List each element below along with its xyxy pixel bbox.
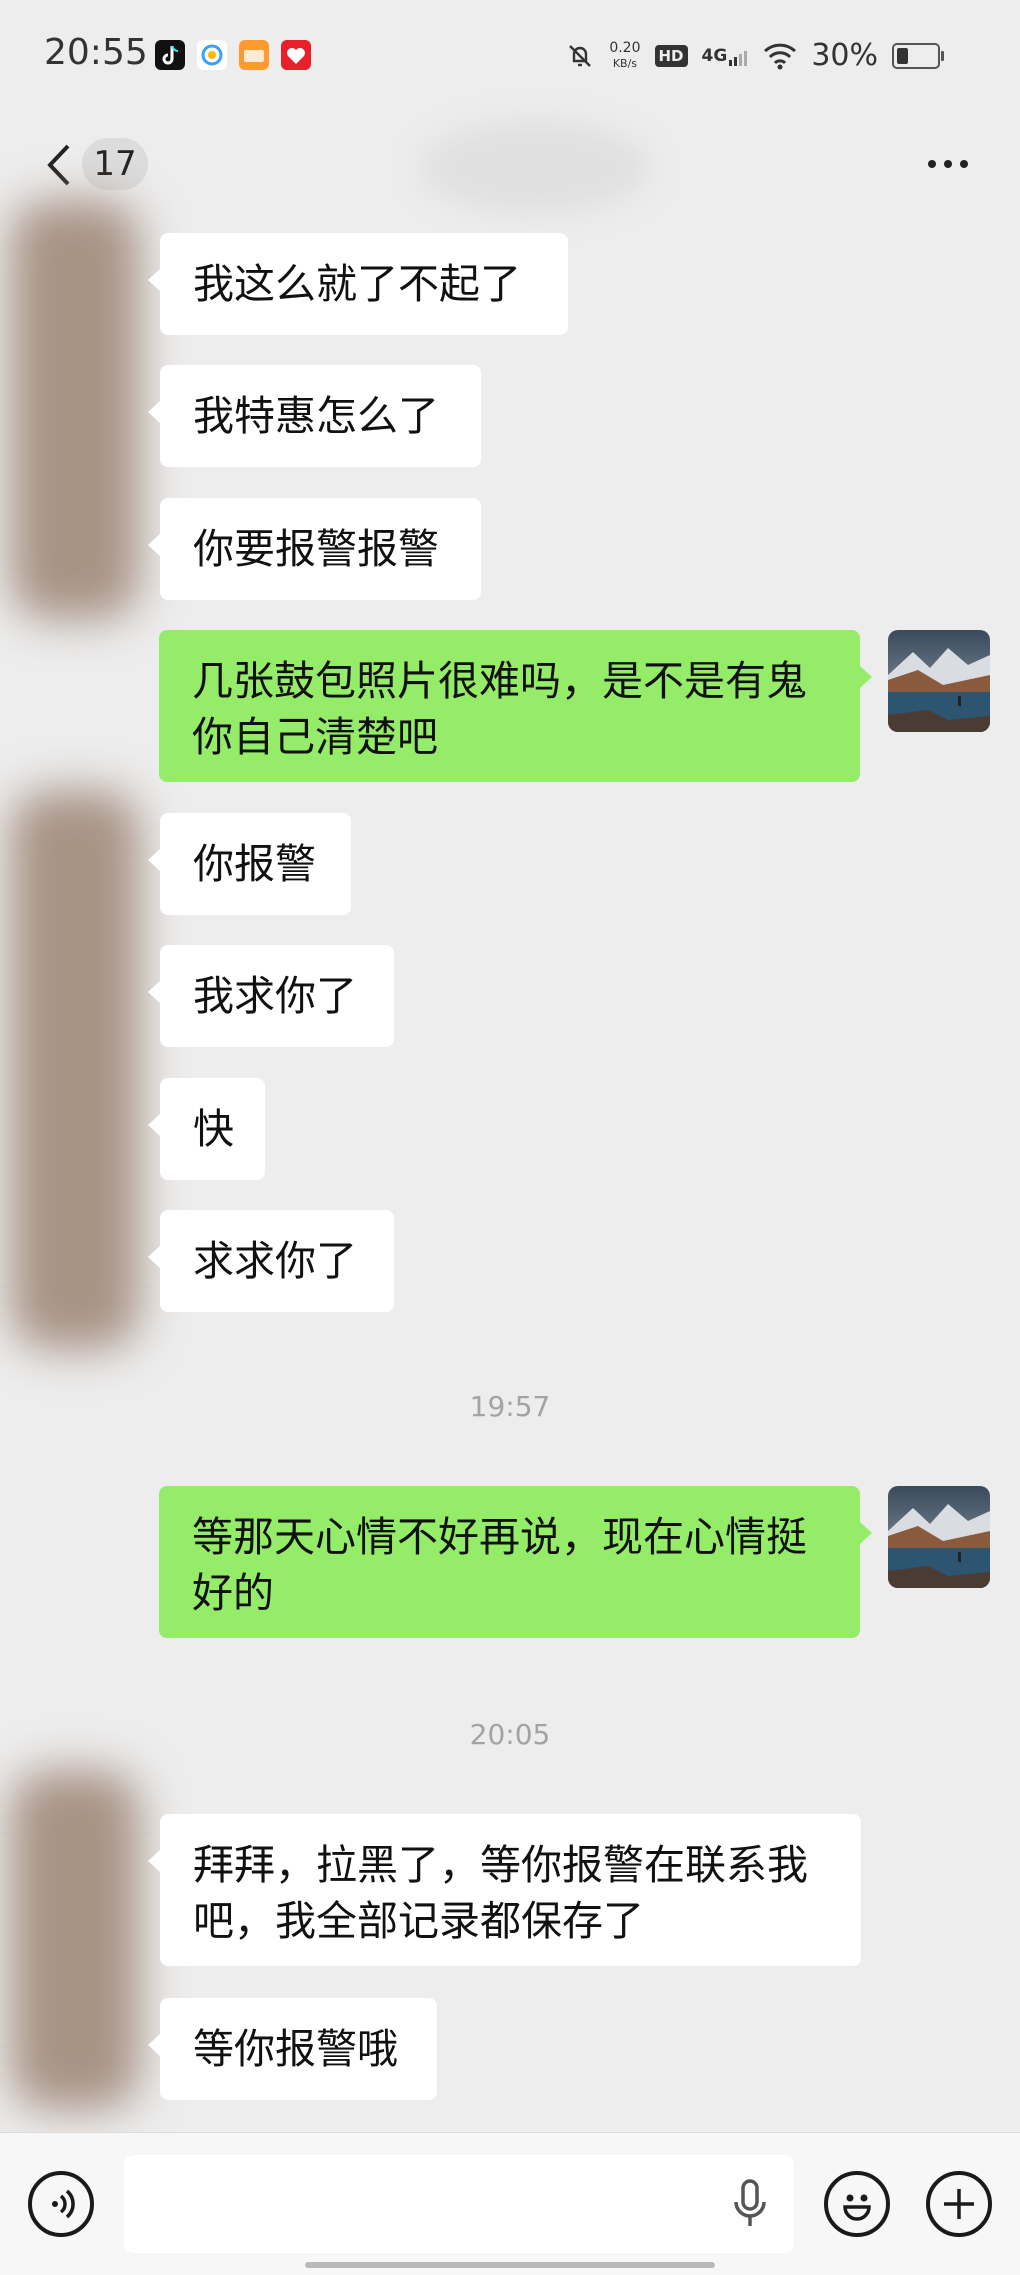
silent-bell-icon (569, 44, 592, 67)
unread-count-badge: 17 (82, 138, 148, 190)
more-dot-icon (960, 160, 968, 168)
home-indicator[interactable] (305, 2262, 715, 2268)
mountain-lake-avatar-icon (888, 630, 990, 732)
network-speed-value: 0.20 (609, 39, 641, 56)
more-dot-icon (928, 160, 936, 168)
incoming-message[interactable]: 等你报警哦 (148, 1998, 437, 2100)
status-app-icons (155, 40, 311, 70)
mountain-lake-avatar-icon (888, 1486, 990, 1588)
emoji-icon (843, 2194, 871, 2221)
contact-avatar-obscured[interactable] (10, 1770, 140, 2110)
status-bar: 20:55 0.20 KB/s HD 4G 30% (0, 0, 1020, 120)
status-right-group: 0.20 KB/s HD 4G 30% (565, 38, 944, 73)
contact-avatar-obscured[interactable] (10, 790, 140, 1350)
outgoing-message[interactable]: 几张鼓包照片很难吗，是不是有鬼 你自己清楚吧 (159, 630, 872, 782)
microphone-button[interactable] (730, 2178, 770, 2234)
incoming-message[interactable]: 求求你了 (148, 1210, 394, 1312)
signal-bars-icon (729, 50, 748, 66)
shop-icon (239, 40, 269, 70)
red-app-icon (281, 40, 311, 70)
back-button[interactable] (40, 140, 80, 190)
douyin-icon (155, 40, 185, 70)
emoji-button[interactable] (824, 2171, 890, 2237)
battery-percent: 30% (811, 38, 878, 73)
network-speed: 0.20 KB/s (609, 39, 641, 71)
chat-title-obscured (420, 120, 650, 215)
network-type: 4G (701, 45, 728, 66)
battery-icon (892, 42, 944, 69)
more-dot-icon (944, 160, 952, 168)
more-button[interactable] (928, 160, 968, 168)
contact-avatar-obscured[interactable] (10, 200, 140, 620)
voice-mode-icon (52, 2189, 75, 2219)
message-input[interactable] (124, 2155, 794, 2253)
incoming-message[interactable]: 我求你了 (148, 945, 394, 1047)
chat-header: 17 (0, 120, 1020, 215)
message-timestamp: 19:57 (469, 1390, 551, 1423)
browser-icon (197, 40, 227, 70)
incoming-message[interactable]: 快 (148, 1078, 265, 1180)
status-time: 20:55 (44, 32, 148, 73)
plus-icon (944, 2189, 974, 2219)
message-timestamp: 20:05 (469, 1718, 551, 1751)
chevron-left-icon (47, 144, 70, 186)
my-avatar[interactable] (888, 1486, 990, 1588)
outgoing-message[interactable]: 等那天心情不好再说，现在心情挺 好的 (159, 1486, 872, 1638)
wifi-icon (764, 43, 797, 69)
incoming-message[interactable]: 我特惠怎么了 (148, 365, 481, 467)
incoming-message[interactable]: 你要报警报警 (148, 498, 481, 600)
more-functions-button[interactable] (926, 2171, 992, 2237)
incoming-message[interactable]: 我这么就了不起了 (148, 233, 568, 335)
battery-level (897, 47, 908, 64)
my-avatar[interactable] (888, 630, 990, 732)
network-speed-unit: KB/s (612, 56, 638, 70)
voice-mode-button[interactable] (28, 2171, 94, 2237)
hd-badge: HD (654, 44, 688, 67)
incoming-message[interactable]: 你报警 (148, 813, 351, 915)
signal-group: 4G (702, 46, 750, 66)
incoming-message[interactable]: 拜拜，拉黑了，等你报警在联系我 吧，我全部记录都保存了 (148, 1814, 861, 1966)
input-bar (0, 2132, 1020, 2275)
microphone-icon (734, 2179, 766, 2226)
